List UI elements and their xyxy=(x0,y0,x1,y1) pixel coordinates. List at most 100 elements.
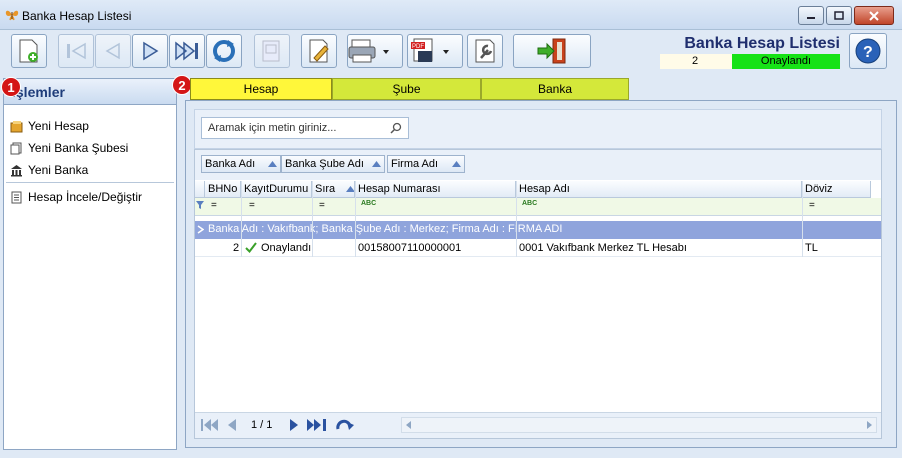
scroll-right-icon[interactable] xyxy=(866,421,872,429)
minimize-button[interactable] xyxy=(798,6,824,25)
folder-icon xyxy=(10,120,23,132)
first-page-icon[interactable] xyxy=(201,419,219,431)
horizontal-scrollbar[interactable] xyxy=(401,417,877,433)
next-icon xyxy=(143,41,159,61)
settings-button[interactable] xyxy=(467,34,503,68)
search-input[interactable]: Aramak için metin giriniz... xyxy=(201,117,409,139)
actions-panel: İşlemler Yeni Hesap Yeni Banka Şubesi Ye… xyxy=(3,78,177,450)
edit-button[interactable] xyxy=(301,34,337,68)
close-button[interactable] xyxy=(854,6,894,25)
page-indicator: 1 / 1 xyxy=(251,419,273,431)
cell-kayitdurumu: Onaylandı xyxy=(261,242,312,254)
preview-icon xyxy=(262,40,280,62)
previous-button[interactable] xyxy=(95,34,131,68)
next-page-icon[interactable] xyxy=(289,419,299,431)
svg-text:?: ? xyxy=(863,44,873,61)
butterfly-icon xyxy=(5,10,19,21)
sidebar-item-label: Hesap İncele/Değiştir xyxy=(28,190,143,204)
sidebar-divider xyxy=(6,182,174,183)
filter-cell-bhno[interactable]: = xyxy=(211,200,217,211)
first-icon xyxy=(67,42,86,60)
sidebar-item-new-account[interactable]: Yeni Hesap xyxy=(10,117,89,135)
maximize-icon xyxy=(834,11,844,20)
filter-cell-doviz[interactable]: = xyxy=(809,200,815,211)
check-icon xyxy=(245,242,257,253)
column-header-doviz[interactable]: Döviz xyxy=(802,181,871,198)
filter-cell-kayitdurumu[interactable]: = xyxy=(249,200,255,211)
exit-button[interactable] xyxy=(513,34,591,68)
svg-text:PDF: PDF xyxy=(412,44,424,50)
sort-ascending-icon xyxy=(346,186,354,192)
refresh-button[interactable] xyxy=(206,34,242,68)
search-area: Aramak için metin giriniz... xyxy=(194,109,882,149)
tab-banka[interactable]: Banka xyxy=(481,78,629,100)
bank-icon xyxy=(11,164,22,176)
close-icon xyxy=(869,10,879,21)
tab-hesap[interactable]: Hesap xyxy=(190,78,332,100)
cell-doviz: TL xyxy=(805,242,818,254)
expand-icon xyxy=(197,225,204,234)
document-icon xyxy=(10,142,22,154)
edit-icon xyxy=(309,39,329,63)
column-header-hesap-numarasi[interactable]: Hesap Numarası xyxy=(355,181,516,198)
sidebar-item-edit-account[interactable]: Hesap İncele/Değiştir xyxy=(10,188,142,206)
sidebar-item-new-bank[interactable]: Yeni Banka xyxy=(10,161,88,179)
sort-ascending-icon xyxy=(372,161,381,167)
last-button[interactable] xyxy=(169,34,205,68)
new-button[interactable] xyxy=(11,34,47,68)
print-button[interactable] xyxy=(347,34,403,68)
scroll-left-icon[interactable] xyxy=(406,421,412,429)
table-row[interactable]: 2 Onaylandı 00158007110000001 0001 Vakıf… xyxy=(195,239,881,257)
step-badge-2: 2 xyxy=(172,75,192,95)
last-icon xyxy=(175,41,198,61)
column-header-hesap-adi[interactable]: Hesap Adı xyxy=(516,181,802,198)
sidebar-item-label: Yeni Hesap xyxy=(28,119,89,133)
group-row[interactable]: Banka Adı : Vakıfbank; Banka Şube Adı : … xyxy=(195,221,881,239)
column-divider xyxy=(241,181,242,257)
grid-navigator: 1 / 1 xyxy=(195,412,881,438)
preview-button[interactable] xyxy=(254,34,290,68)
group-tag-label: Banka Adı xyxy=(205,158,256,170)
record-number: 2 xyxy=(660,54,732,69)
group-tag-label: Banka Şube Adı xyxy=(285,158,364,170)
help-icon: ? xyxy=(855,38,881,64)
next-button[interactable] xyxy=(132,34,168,68)
refresh-page-icon[interactable] xyxy=(335,418,355,432)
new-icon xyxy=(19,39,38,63)
column-header-kayitdurumu[interactable]: KayıtDurumu xyxy=(241,181,312,198)
data-grid: Banka Adı Banka Şube Adı Firma Adı BHNo … xyxy=(194,149,882,439)
help-button[interactable]: ? xyxy=(849,33,887,69)
pdf-export-button[interactable]: PDF xyxy=(407,34,463,68)
last-page-icon[interactable] xyxy=(307,419,327,431)
filter-icon xyxy=(196,201,204,209)
sort-ascending-icon xyxy=(452,161,461,167)
prev-page-icon[interactable] xyxy=(227,419,237,431)
column-divider xyxy=(516,181,517,257)
first-button[interactable] xyxy=(58,34,94,68)
group-tag-firma-adi[interactable]: Firma Adı xyxy=(387,155,465,173)
main-panel: Aramak için metin giriniz... Banka Adı B… xyxy=(185,100,897,448)
title-bar: Banka Hesap Listesi xyxy=(0,0,902,30)
tab-sube[interactable]: Şube xyxy=(332,78,481,100)
filter-row[interactable]: = = = ABC ABC = xyxy=(195,198,881,216)
sidebar-item-label: Yeni Banka Şubesi xyxy=(28,141,129,155)
filter-cell-hesap-adi[interactable]: ABC xyxy=(522,200,537,207)
step-badge-1: 1 xyxy=(1,77,21,97)
group-panel: Banka Adı Banka Şube Adı Firma Adı xyxy=(195,150,881,180)
sidebar-item-new-branch[interactable]: Yeni Banka Şubesi xyxy=(10,139,128,157)
sort-ascending-icon xyxy=(268,161,277,167)
tab-bar: Hesap Şube Banka xyxy=(190,78,629,100)
group-tag-sube-adi[interactable]: Banka Şube Adı xyxy=(281,155,385,173)
column-divider xyxy=(802,181,803,257)
filter-cell-sira[interactable]: = xyxy=(319,200,325,211)
group-tag-banka-adi[interactable]: Banka Adı xyxy=(201,155,281,173)
page-title: Banka Hesap Listesi xyxy=(684,35,840,52)
row-indicator-header xyxy=(195,181,205,198)
maximize-button[interactable] xyxy=(826,6,852,25)
actions-panel-title: İşlemler xyxy=(4,79,176,105)
filter-cell-hesap-numarasi[interactable]: ABC xyxy=(361,200,376,207)
column-header-bhno[interactable]: BHNo xyxy=(205,181,241,198)
status-badge: Onaylandı xyxy=(732,54,840,69)
column-header-sira[interactable]: Sıra xyxy=(312,181,355,198)
prev-icon xyxy=(105,42,120,60)
